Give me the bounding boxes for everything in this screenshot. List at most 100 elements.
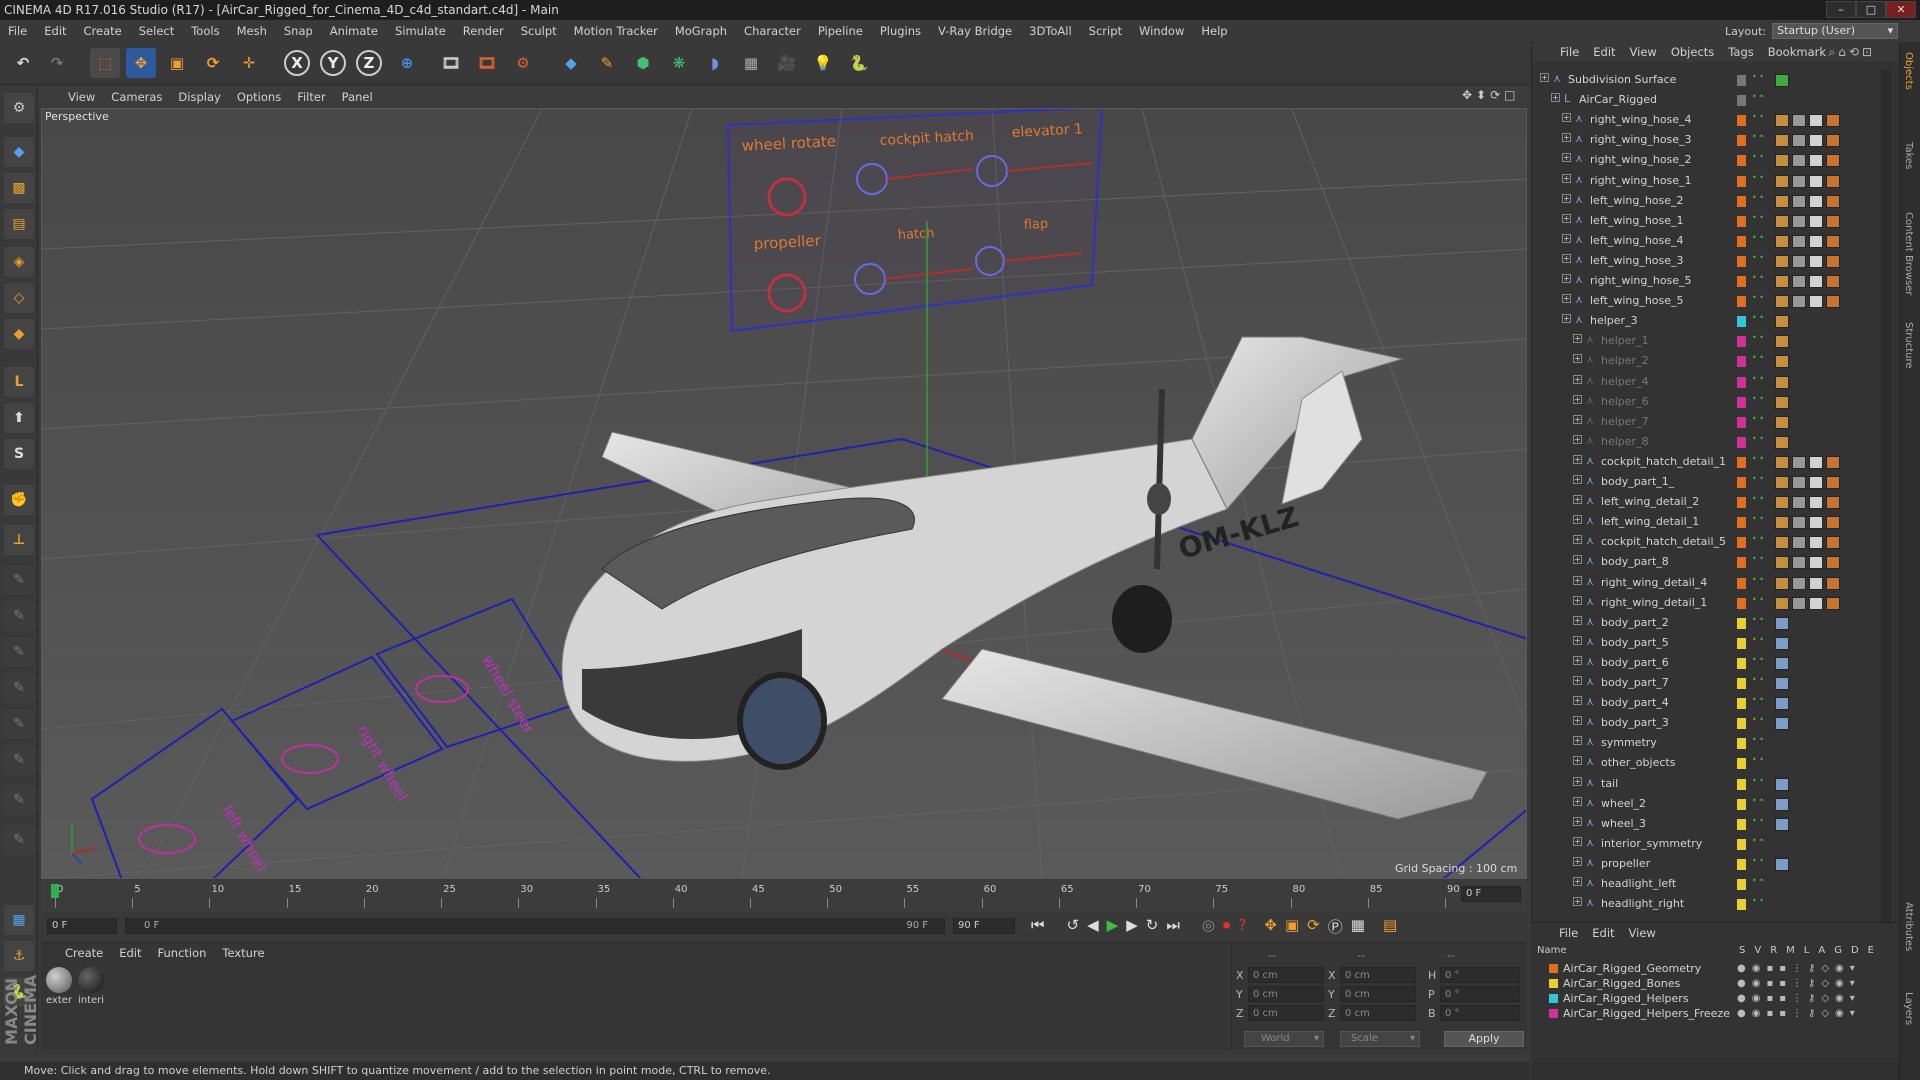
- visibility-dots-icon[interactable]: • •: [1752, 897, 1764, 905]
- expand-toggle-icon[interactable]: +: [1562, 294, 1571, 304]
- object-row[interactable]: + ⋏ right_wing_hose_1 • •: [1532, 171, 1882, 191]
- tag-icon[interactable]: [1809, 154, 1823, 168]
- layer-color-swatch[interactable]: [1737, 738, 1746, 750]
- object-row[interactable]: + ⋏ body_part_5 • •: [1532, 633, 1882, 653]
- scale-key-icon[interactable]: ▣: [1285, 916, 1299, 937]
- previous-key-icon[interactable]: ↺: [1067, 916, 1080, 937]
- menu-window[interactable]: Window: [1139, 24, 1184, 38]
- layer-color-swatch[interactable]: [1737, 416, 1746, 428]
- floor-icon[interactable]: ▦: [736, 48, 766, 78]
- expand-toggle-icon[interactable]: +: [1562, 233, 1571, 243]
- expand-toggle-icon[interactable]: +: [1562, 213, 1571, 223]
- visibility-dots-icon[interactable]: • •: [1752, 796, 1764, 804]
- expand-toggle-icon[interactable]: +: [1573, 655, 1582, 665]
- go-to-start-icon[interactable]: ⏮: [1031, 916, 1045, 937]
- current-frame-field[interactable]: 0 F: [1461, 886, 1521, 902]
- tag-icon[interactable]: [1809, 214, 1823, 228]
- layer-row[interactable]: AirCar_Rigged_Bones ●◉▪▪⋮⚷◇◉▾: [1531, 976, 1891, 991]
- expand-toggle-icon[interactable]: +: [1573, 374, 1582, 384]
- visibility-dots-icon[interactable]: • •: [1752, 816, 1764, 824]
- object-row[interactable]: + ⋏ helper_1 • •: [1532, 331, 1882, 351]
- object-menu-bookmark[interactable]: Bookmark: [1768, 45, 1826, 59]
- tag-icon[interactable]: [1775, 496, 1789, 510]
- expand-toggle-icon[interactable]: +: [1562, 193, 1571, 203]
- tag-icon[interactable]: [1775, 114, 1789, 128]
- layer-column-header[interactable]: L: [1804, 945, 1810, 956]
- menu-tools[interactable]: Tools: [191, 24, 219, 38]
- layer-color-swatch[interactable]: [1549, 1009, 1558, 1018]
- layer-color-swatch[interactable]: [1737, 115, 1746, 127]
- close-button[interactable]: ✕: [1886, 1, 1916, 18]
- edges-mode-icon[interactable]: ◇: [4, 283, 34, 313]
- object-row[interactable]: + ⋏ right_wing_hose_5 • •: [1532, 271, 1882, 291]
- tag-icon[interactable]: [1792, 194, 1806, 208]
- visibility-dots-icon[interactable]: • •: [1752, 354, 1764, 362]
- object-row[interactable]: + ⋏ helper_6 • •: [1532, 392, 1882, 412]
- layer-color-swatch[interactable]: [1737, 718, 1746, 730]
- x-axis-lock-button[interactable]: X: [284, 50, 310, 76]
- tag-icon[interactable]: [1775, 355, 1789, 369]
- subdivision-surface-icon[interactable]: ⬢: [628, 48, 658, 78]
- tag-icon[interactable]: [1775, 476, 1789, 489]
- layer-menu-edit[interactable]: Edit: [1592, 926, 1614, 940]
- sculpt-brush-7-icon[interactable]: ✎: [4, 785, 34, 815]
- tag-icon[interactable]: [1826, 536, 1840, 550]
- object-manager-search-icons[interactable]: ⌕⌂⟲⊡: [1829, 45, 1875, 60]
- layer-color-swatch[interactable]: [1737, 778, 1746, 790]
- sculpt-brush-3-icon[interactable]: ✎: [4, 637, 34, 667]
- tag-icon[interactable]: [1775, 335, 1789, 349]
- object-row[interactable]: + ⋏ body_part_8 • •: [1532, 552, 1882, 572]
- tag-icon[interactable]: [1775, 576, 1789, 590]
- go-to-end-icon[interactable]: ⏭: [1166, 916, 1180, 937]
- object-row[interactable]: + ⋏ left_wing_detail_1 • •: [1532, 512, 1882, 532]
- polygons-mode-icon[interactable]: ◆: [4, 319, 34, 349]
- layer-menu-view[interactable]: View: [1629, 926, 1656, 940]
- viewport-navigation-icons[interactable]: ✥⬍⟳□: [1462, 88, 1520, 102]
- size-field[interactable]: [1340, 967, 1416, 983]
- menu-snap[interactable]: Snap: [284, 24, 313, 38]
- expand-toggle-icon[interactable]: +: [1573, 595, 1582, 605]
- expand-toggle-icon[interactable]: +: [1573, 555, 1582, 565]
- side-tab-takes[interactable]: Takes: [1903, 142, 1914, 169]
- sculpt-brush-6-icon[interactable]: ✎: [4, 745, 34, 775]
- next-key-icon[interactable]: ↻: [1146, 916, 1159, 937]
- layer-color-swatch[interactable]: [1737, 316, 1746, 328]
- expand-toggle-icon[interactable]: +: [1573, 475, 1582, 484]
- tag-icon[interactable]: [1826, 476, 1840, 489]
- position-field[interactable]: [1248, 986, 1324, 1002]
- expand-toggle-icon[interactable]: +: [1573, 716, 1582, 726]
- tag-icon[interactable]: [1775, 154, 1789, 168]
- object-row[interactable]: + ⋏ propeller • •: [1532, 854, 1882, 874]
- rotate-tool-icon[interactable]: ⟳: [198, 48, 228, 78]
- layer-color-swatch[interactable]: [1737, 135, 1746, 147]
- tag-icon[interactable]: [1775, 556, 1789, 570]
- layer-color-swatch[interactable]: [1737, 296, 1746, 308]
- layer-column-header[interactable]: S: [1739, 945, 1745, 956]
- tag-icon[interactable]: [1775, 194, 1789, 208]
- expand-toggle-icon[interactable]: +: [1573, 434, 1582, 444]
- menu-script[interactable]: Script: [1089, 24, 1122, 38]
- viewport-menu-cameras[interactable]: Cameras: [111, 90, 162, 104]
- viewport-menu-panel[interactable]: Panel: [342, 90, 373, 104]
- enable-axis-icon[interactable]: ✊: [4, 485, 34, 515]
- menu-edit[interactable]: Edit: [44, 24, 66, 38]
- position-field[interactable]: [1248, 1005, 1324, 1021]
- material-menu-function[interactable]: Function: [158, 946, 207, 960]
- visibility-dots-icon[interactable]: • •: [1752, 535, 1764, 543]
- visibility-dots-icon[interactable]: • •: [1752, 253, 1764, 261]
- cube-icon[interactable]: ◆: [556, 48, 586, 78]
- expand-toggle-icon[interactable]: +: [1573, 736, 1582, 746]
- layer-color-swatch[interactable]: [1737, 838, 1746, 850]
- material-menu-texture[interactable]: Texture: [222, 946, 264, 960]
- object-row[interactable]: + ⋏ headlight_right • •: [1532, 894, 1882, 914]
- object-row[interactable]: + ⋏ right_wing_detail_1 • •: [1532, 593, 1882, 613]
- visibility-dots-icon[interactable]: • •: [1752, 334, 1764, 342]
- viewport-menu-display[interactable]: Display: [178, 90, 220, 104]
- transform-tool-icon[interactable]: ✛: [234, 48, 264, 78]
- expand-toggle-icon[interactable]: +: [1562, 113, 1571, 123]
- visibility-dots-icon[interactable]: • •: [1752, 736, 1764, 744]
- grid-snap-icon[interactable]: ▦: [4, 905, 34, 935]
- tag-icon[interactable]: [1826, 576, 1840, 590]
- expand-toggle-icon[interactable]: +: [1573, 334, 1582, 344]
- layer-color-swatch[interactable]: [1549, 964, 1558, 973]
